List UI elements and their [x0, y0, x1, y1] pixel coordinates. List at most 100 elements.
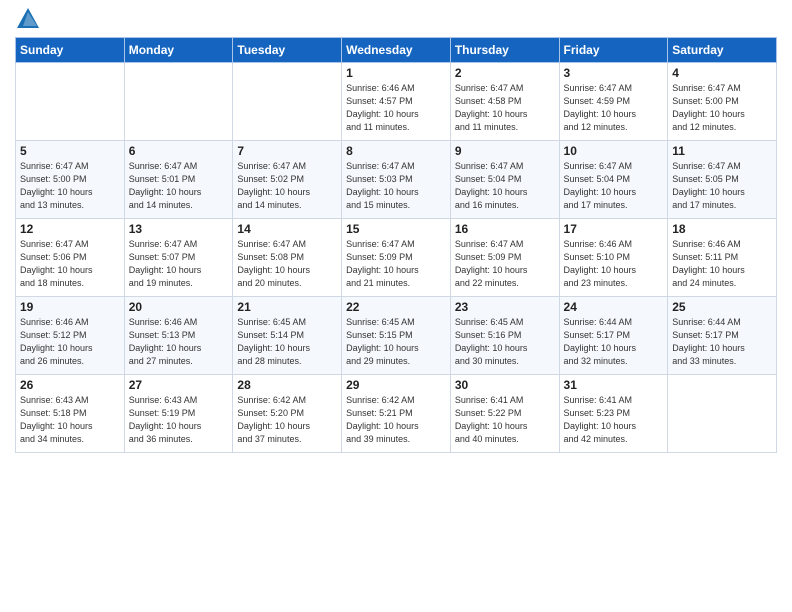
day-header: Monday	[124, 38, 233, 63]
calendar-cell: 1 Sunrise: 6:46 AM Sunset: 4:57 PM Daylig…	[342, 63, 451, 141]
calendar-cell: 20Sunrise: 6:46 AM Sunset: 5:13 PM Dayli…	[124, 297, 233, 375]
day-info: Sunrise: 6:47 AM Sunset: 5:02 PM Dayligh…	[237, 160, 337, 212]
calendar-cell: 28 Sunrise: 6:42 AM Sunset: 5:20 PM Dayli…	[233, 375, 342, 453]
day-number: 28	[237, 378, 337, 392]
calendar-cell: 23 Sunrise: 6:45 AM Sunset: 5:16 PM Dayli…	[450, 297, 559, 375]
calendar-cell: 14 Sunrise: 6:47 AM Sunset: 5:08 PM Dayli…	[233, 219, 342, 297]
calendar-cell: 11 Sunrise: 6:47 AM Sunset: 5:05 PM Dayli…	[668, 141, 777, 219]
day-info: Sunrise: 6:45 AM Sunset: 5:14 PM Dayligh…	[237, 316, 337, 368]
calendar-cell: 31 Sunrise: 6:41 AM Sunset: 5:23 PM Dayli…	[559, 375, 668, 453]
day-info: Sunrise: 6:46 AM Sunset: 5:10 PM Dayligh…	[564, 238, 664, 290]
calendar-cell: 6 Sunrise: 6:47 AM Sunset: 5:01 PM Daylig…	[124, 141, 233, 219]
day-number: 14	[237, 222, 337, 236]
calendar-cell: 25 Sunrise: 6:44 AM Sunset: 5:17 PM Dayli…	[668, 297, 777, 375]
day-info: Sunrise: 6:47 AM Sunset: 5:04 PM Dayligh…	[564, 160, 664, 212]
day-number: 6	[129, 144, 229, 158]
day-info: Sunrise: 6:47 AM Sunset: 4:59 PM Dayligh…	[564, 82, 664, 134]
day-number: 2	[455, 66, 555, 80]
day-number: 15	[346, 222, 446, 236]
day-number: 8	[346, 144, 446, 158]
day-number: 16	[455, 222, 555, 236]
day-info: Sunrise: 6:47 AM Sunset: 5:04 PM Dayligh…	[455, 160, 555, 212]
day-number: 11	[672, 144, 772, 158]
day-number: 31	[564, 378, 664, 392]
day-number: 24	[564, 300, 664, 314]
day-info: Sunrise: 6:47 AM Sunset: 5:00 PM Dayligh…	[672, 82, 772, 134]
day-info: Sunrise: 6:45 AM Sunset: 5:15 PM Dayligh…	[346, 316, 446, 368]
day-info: Sunrise: 6:45 AM Sunset: 5:16 PM Dayligh…	[455, 316, 555, 368]
day-number: 3	[564, 66, 664, 80]
calendar-cell	[233, 63, 342, 141]
calendar-cell: 19 Sunrise: 6:46 AM Sunset: 5:12 PM Dayli…	[16, 297, 125, 375]
day-info: Sunrise: 6:42 AM Sunset: 5:20 PM Dayligh…	[237, 394, 337, 446]
day-info: Sunrise: 6:47 AM Sunset: 5:05 PM Dayligh…	[672, 160, 772, 212]
day-info: Sunrise: 6:41 AM Sunset: 5:23 PM Dayligh…	[564, 394, 664, 446]
day-info: Sunrise: 6:44 AM Sunset: 5:17 PM Dayligh…	[564, 316, 664, 368]
day-info: Sunrise: 6:47 AM Sunset: 5:06 PM Dayligh…	[20, 238, 120, 290]
day-header: Sunday	[16, 38, 125, 63]
calendar-cell	[124, 63, 233, 141]
day-info: Sunrise: 6:47 AM Sunset: 5:09 PM Dayligh…	[455, 238, 555, 290]
logo-icon	[17, 8, 39, 28]
day-number: 1	[346, 66, 446, 80]
calendar-cell: 26 Sunrise: 6:43 AM Sunset: 5:18 PM Dayli…	[16, 375, 125, 453]
calendar-cell: 7 Sunrise: 6:47 AM Sunset: 5:02 PM Daylig…	[233, 141, 342, 219]
day-header: Saturday	[668, 38, 777, 63]
day-info: Sunrise: 6:47 AM Sunset: 5:01 PM Dayligh…	[129, 160, 229, 212]
day-number: 5	[20, 144, 120, 158]
calendar-cell	[668, 375, 777, 453]
calendar-cell: 18 Sunrise: 6:46 AM Sunset: 5:11 PM Dayli…	[668, 219, 777, 297]
day-info: Sunrise: 6:47 AM Sunset: 4:58 PM Dayligh…	[455, 82, 555, 134]
day-number: 27	[129, 378, 229, 392]
day-info: Sunrise: 6:47 AM Sunset: 5:07 PM Dayligh…	[129, 238, 229, 290]
day-info: Sunrise: 6:44 AM Sunset: 5:17 PM Dayligh…	[672, 316, 772, 368]
day-info: Sunrise: 6:46 AM Sunset: 5:11 PM Dayligh…	[672, 238, 772, 290]
day-number: 17	[564, 222, 664, 236]
calendar-cell: 27 Sunrise: 6:43 AM Sunset: 5:19 PM Dayli…	[124, 375, 233, 453]
page: SundayMondayTuesdayWednesdayThursdayFrid…	[0, 0, 792, 612]
day-info: Sunrise: 6:47 AM Sunset: 5:03 PM Dayligh…	[346, 160, 446, 212]
calendar-cell: 8 Sunrise: 6:47 AM Sunset: 5:03 PM Daylig…	[342, 141, 451, 219]
logo	[15, 10, 39, 29]
calendar-cell: 10 Sunrise: 6:47 AM Sunset: 5:04 PM Dayli…	[559, 141, 668, 219]
day-info: Sunrise: 6:47 AM Sunset: 5:08 PM Dayligh…	[237, 238, 337, 290]
day-number: 25	[672, 300, 772, 314]
day-number: 21	[237, 300, 337, 314]
calendar-cell: 21 Sunrise: 6:45 AM Sunset: 5:14 PM Dayli…	[233, 297, 342, 375]
calendar-cell: 16 Sunrise: 6:47 AM Sunset: 5:09 PM Dayli…	[450, 219, 559, 297]
day-info: Sunrise: 6:43 AM Sunset: 5:18 PM Dayligh…	[20, 394, 120, 446]
day-number: 22	[346, 300, 446, 314]
day-number: 19	[20, 300, 120, 314]
calendar-cell: 2 Sunrise: 6:47 AM Sunset: 4:58 PM Daylig…	[450, 63, 559, 141]
calendar-cell: 17 Sunrise: 6:46 AM Sunset: 5:10 PM Dayli…	[559, 219, 668, 297]
day-number: 13	[129, 222, 229, 236]
day-header: Tuesday	[233, 38, 342, 63]
day-number: 26	[20, 378, 120, 392]
calendar-cell: 22 Sunrise: 6:45 AM Sunset: 5:15 PM Dayli…	[342, 297, 451, 375]
calendar-cell: 5 Sunrise: 6:47 AM Sunset: 5:00 PM Daylig…	[16, 141, 125, 219]
day-header: Wednesday	[342, 38, 451, 63]
day-number: 9	[455, 144, 555, 158]
day-info: Sunrise: 6:47 AM Sunset: 5:09 PM Dayligh…	[346, 238, 446, 290]
calendar-cell: 13 Sunrise: 6:47 AM Sunset: 5:07 PM Dayli…	[124, 219, 233, 297]
day-header: Thursday	[450, 38, 559, 63]
calendar-cell: 9 Sunrise: 6:47 AM Sunset: 5:04 PM Daylig…	[450, 141, 559, 219]
day-info: Sunrise: 6:41 AM Sunset: 5:22 PM Dayligh…	[455, 394, 555, 446]
day-info: Sunrise: 6:46 AM Sunset: 5:13 PM Dayligh…	[129, 316, 229, 368]
day-info: Sunrise: 6:42 AM Sunset: 5:21 PM Dayligh…	[346, 394, 446, 446]
calendar-cell: 15 Sunrise: 6:47 AM Sunset: 5:09 PM Dayli…	[342, 219, 451, 297]
day-info: Sunrise: 6:46 AM Sunset: 5:12 PM Dayligh…	[20, 316, 120, 368]
day-info: Sunrise: 6:43 AM Sunset: 5:19 PM Dayligh…	[129, 394, 229, 446]
calendar-cell: 24 Sunrise: 6:44 AM Sunset: 5:17 PM Dayli…	[559, 297, 668, 375]
day-number: 10	[564, 144, 664, 158]
day-number: 12	[20, 222, 120, 236]
calendar-cell: 30Sunrise: 6:41 AM Sunset: 5:22 PM Dayli…	[450, 375, 559, 453]
day-number: 7	[237, 144, 337, 158]
day-number: 23	[455, 300, 555, 314]
day-number: 18	[672, 222, 772, 236]
day-header: Friday	[559, 38, 668, 63]
calendar-cell: 12 Sunrise: 6:47 AM Sunset: 5:06 PM Dayli…	[16, 219, 125, 297]
calendar-cell: 4Sunrise: 6:47 AM Sunset: 5:00 PM Daylig…	[668, 63, 777, 141]
day-info: Sunrise: 6:47 AM Sunset: 5:00 PM Dayligh…	[20, 160, 120, 212]
day-info: Sunrise: 6:46 AM Sunset: 4:57 PM Dayligh…	[346, 82, 446, 134]
